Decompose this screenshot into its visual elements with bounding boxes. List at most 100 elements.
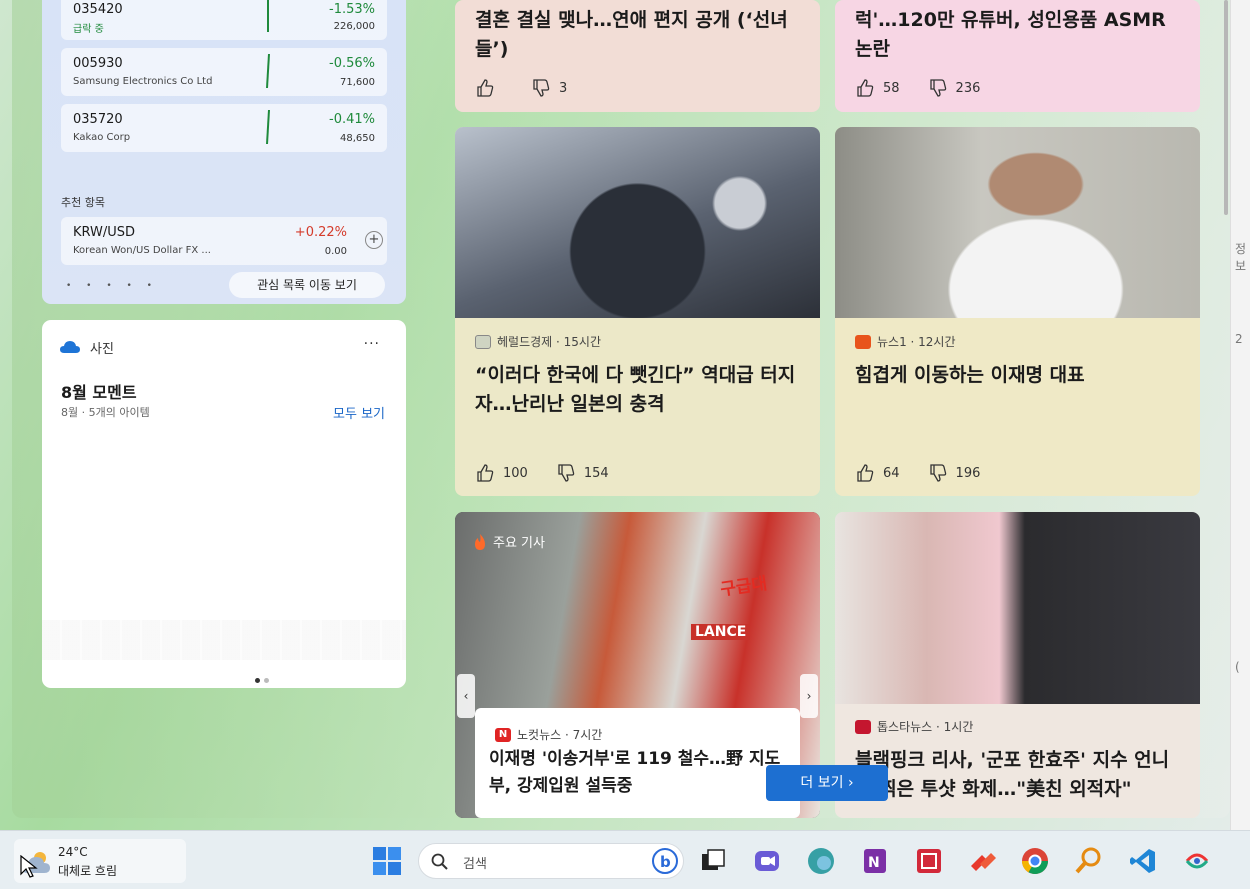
more-options-icon[interactable]: ··· [364, 336, 380, 352]
widget-title: 사진 [90, 342, 114, 357]
taskbar-search[interactable]: 검색 b [418, 843, 684, 879]
add-to-watchlist-button[interactable]: + [365, 231, 383, 249]
mouse-cursor-icon [20, 855, 38, 878]
weather-widget-button[interactable]: 24°C 대체로 흐림 [14, 839, 186, 883]
weather-condition: 대체로 흐림 [58, 864, 118, 878]
stock-code: KRW/USD [73, 225, 136, 240]
photo-placeholder [835, 127, 1200, 318]
stock-row[interactable]: 035720 Kakao Corp -0.41% 48,650 [61, 104, 387, 152]
bing-icon[interactable]: b [652, 848, 678, 874]
stock-price: 71,600 [340, 77, 375, 88]
stock-code: 035720 [73, 112, 123, 127]
stock-price: 0.00 [324, 246, 347, 257]
news-title: 이재명 '이송거부'로 119 철수…野 지도부, 강제입원 설득중 [489, 749, 781, 796]
recommended-heading: 추천 항목 [61, 196, 105, 209]
thumbs-down-icon[interactable] [556, 463, 576, 483]
reactions: 58 236 [855, 78, 980, 98]
carousel-next-button[interactable]: › [800, 674, 818, 718]
app-launcher-icon[interactable] [1182, 846, 1212, 876]
publisher-logo-icon [475, 334, 491, 349]
stock-row[interactable]: 005930 Samsung Electronics Co Ltd -0.56%… [61, 48, 387, 96]
thumbs-up-icon[interactable] [475, 463, 495, 483]
source-label: 톱스타뉴스 · 1시간 [877, 720, 974, 734]
window-text-fragment: ( [1235, 660, 1240, 674]
carousel-dots[interactable] [255, 668, 285, 683]
news-source: 톱스타뉴스 · 1시간 [855, 718, 973, 735]
search-icon [431, 853, 448, 870]
carousel-prev-button[interactable]: ‹ [457, 674, 475, 718]
stock-change: -0.41% [329, 112, 375, 127]
edge-browser-icon[interactable] [806, 846, 836, 876]
stock-change: -0.56% [329, 56, 375, 71]
anydesk-icon[interactable] [968, 846, 998, 876]
flame-icon [475, 533, 485, 550]
news-source: 헤럴드경제 · 15시간 [475, 333, 601, 350]
publisher-logo-icon: N [495, 727, 511, 742]
like-count: 58 [883, 80, 900, 96]
news-card[interactable]: 헤럴드경제 · 15시간 “이러다 한국에 다 뺏긴다” 역대급 터지자…난리난… [455, 127, 820, 496]
thumbs-up-icon[interactable] [855, 463, 875, 483]
reactions: 3 [475, 78, 567, 98]
thumbs-up-icon[interactable] [475, 78, 495, 98]
news-card[interactable]: 결혼 결실 맺나…연애 편지 공개 (‘선녀들’) 3 [455, 0, 820, 112]
dislike-count: 3 [559, 80, 568, 96]
task-view-icon[interactable] [698, 846, 728, 876]
news-title: 럭'…120만 유튜버, 성인용품 ASMR 논란 [855, 9, 1166, 60]
news-card[interactable]: 톱스타뉴스 · 1시간 블랙핑크 리사, '군포 한효주' 지수 언니와 찍은 … [835, 512, 1200, 818]
like-count: 64 [883, 465, 900, 481]
photo-text: LANCE [691, 624, 751, 640]
dislike-count: 236 [955, 80, 981, 96]
photos-subtitle: 8월 · 5개의 아이템 [61, 406, 150, 419]
news-card[interactable]: 럭'…120만 유튜버, 성인용품 ASMR 논란 58 236 [835, 0, 1200, 112]
taskbar: 24°C 대체로 흐림 검색 b N [0, 830, 1250, 889]
watchlist-button[interactable]: 관심 목록 이동 보기 [229, 272, 385, 298]
stock-name: Kakao Corp [73, 132, 131, 143]
onedrive-cloud-icon [60, 341, 80, 353]
onenote-icon[interactable]: N [860, 846, 890, 876]
see-more-button[interactable]: 더 보기 › [766, 765, 888, 801]
svg-text:b: b [660, 853, 671, 871]
news-title: 블랙핑크 리사, '군포 한효주' 지수 언니와 찍은 투샷 화제…"美친 외적… [855, 749, 1170, 800]
thumbs-up-icon[interactable] [855, 78, 875, 98]
source-label: 헤럴드경제 · 15시간 [497, 335, 601, 349]
stock-name: Korean Won/US Dollar FX ... [73, 245, 211, 256]
chrome-icon[interactable] [1020, 846, 1050, 876]
carousel-dots[interactable]: • • • • • [66, 281, 158, 291]
stock-price: 48,650 [340, 133, 375, 144]
dislike-count: 196 [955, 465, 981, 481]
svg-text:N: N [868, 855, 880, 871]
news-title: 결혼 결실 맺나…연애 편지 공개 (‘선녀들’) [475, 9, 788, 60]
thumbs-down-icon[interactable] [928, 463, 948, 483]
stock-name: 급락 중 [73, 24, 104, 35]
photos-placeholder [42, 620, 406, 660]
publisher-logo-icon [855, 334, 871, 349]
dislike-count: 154 [583, 465, 609, 481]
recommended-row[interactable]: KRW/USD Korean Won/US Dollar FX ... +0.2… [61, 217, 387, 265]
reactions: 64 196 [855, 463, 980, 483]
source-label: 뉴스1 · 12시간 [877, 335, 956, 349]
news-title: “이러다 한국에 다 뺏긴다” 역대급 터지자…난리난 일본의 충격 [475, 364, 796, 415]
see-all-link[interactable]: 모두 보기 [333, 403, 385, 422]
search-everything-icon[interactable] [1074, 846, 1104, 876]
photos-widget[interactable]: 사진 ··· 8월 모멘트 8월 · 5개의 아이템 모두 보기 [42, 320, 406, 688]
stock-row[interactable]: 035420 급락 중 -1.53% 226,000 [61, 0, 387, 40]
sparkline-icon [267, 0, 269, 32]
stock-name: Samsung Electronics Co Ltd [73, 76, 213, 87]
windows-start-icon[interactable] [372, 846, 402, 876]
like-count: 100 [503, 465, 528, 481]
snipping-tool-icon[interactable] [914, 846, 944, 876]
news-card[interactable]: 뉴스1 · 12시간 힘겹게 이동하는 이재명 대표 64 196 [835, 127, 1200, 496]
sparkline-icon [266, 110, 270, 144]
thumbs-down-icon[interactable] [928, 78, 948, 98]
photo-placeholder [835, 512, 1200, 704]
thumbs-down-icon[interactable] [531, 78, 551, 98]
temperature: 24°C [58, 845, 88, 859]
reactions: 100 154 [475, 463, 609, 483]
stock-code: 005930 [73, 56, 123, 71]
teams-chat-icon[interactable] [752, 846, 782, 876]
news-source: 뉴스1 · 12시간 [855, 333, 956, 350]
sparkline-icon [266, 54, 270, 88]
stock-change: -1.53% [329, 2, 375, 17]
scrollbar[interactable] [1224, 0, 1228, 215]
vscode-icon[interactable] [1128, 846, 1158, 876]
